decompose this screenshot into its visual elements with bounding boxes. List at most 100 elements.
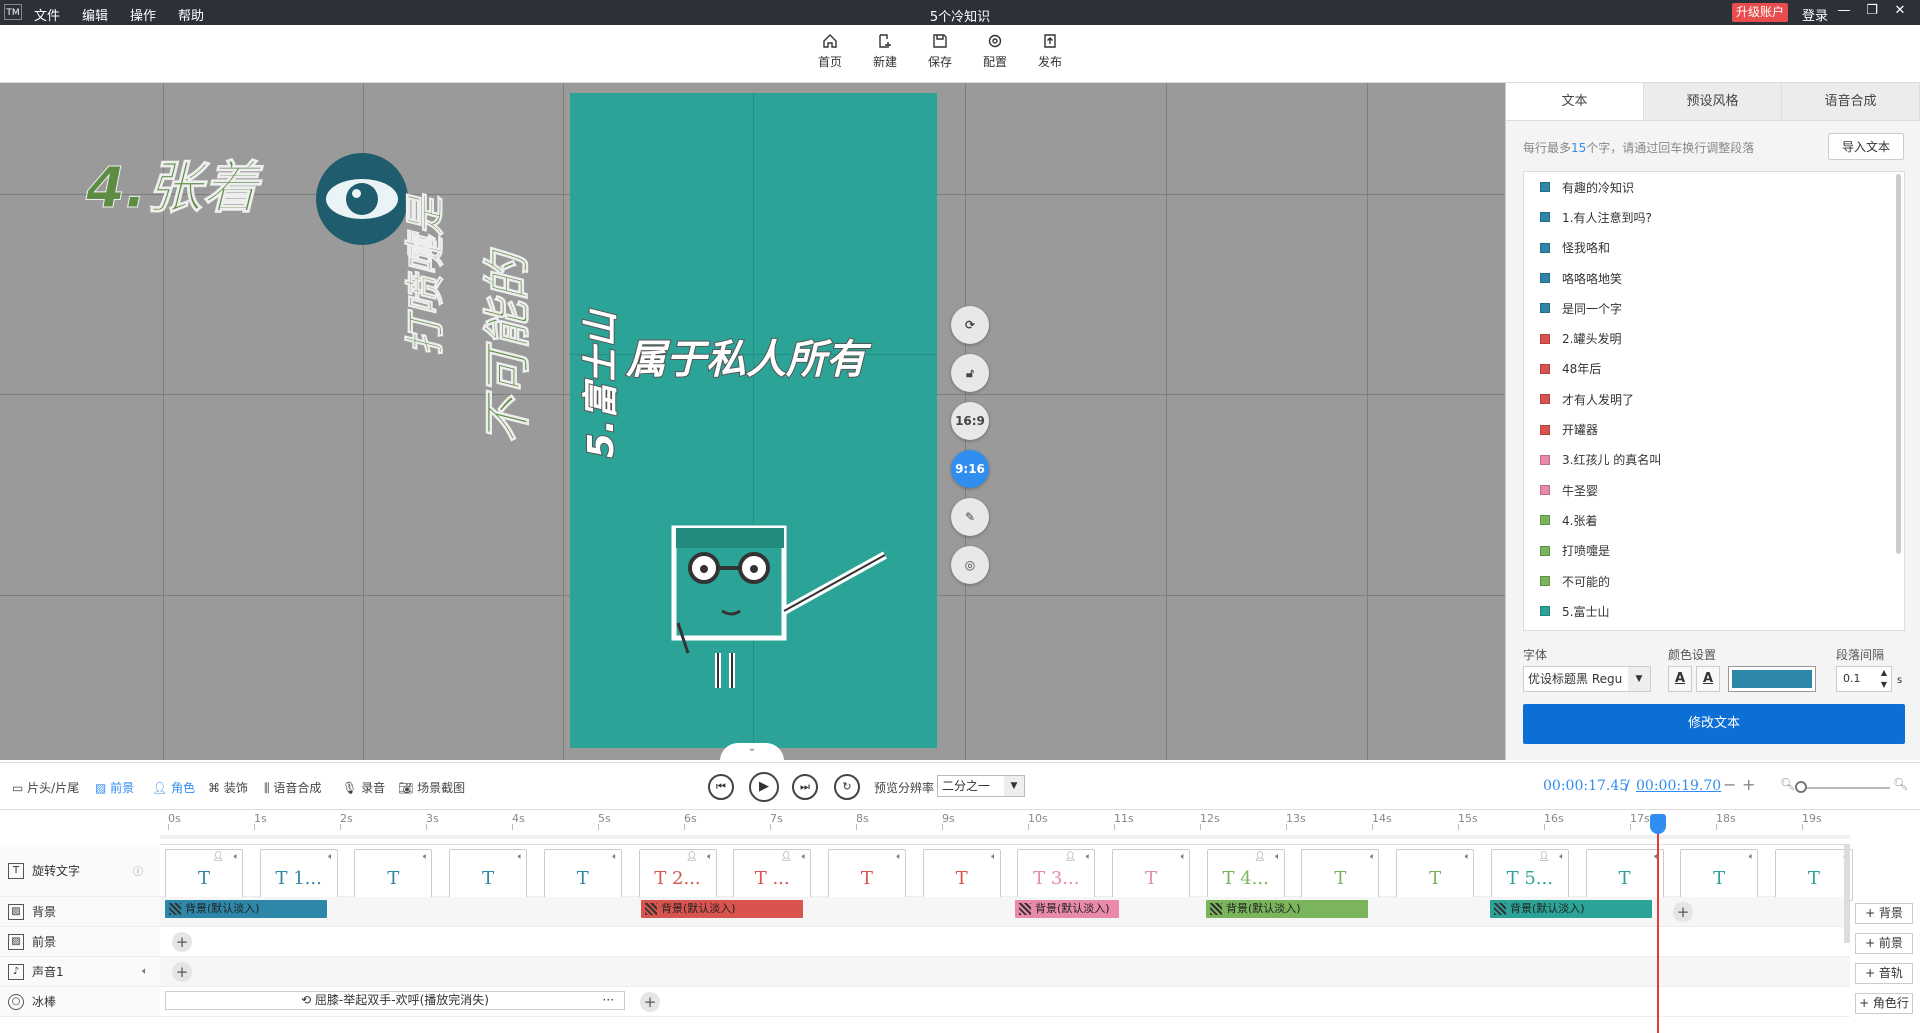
plus-icon[interactable]: + <box>1742 775 1755 794</box>
replay-icon[interactable]: ↻ <box>834 774 860 800</box>
text-list-item[interactable]: 是同一个字 <box>1524 293 1904 323</box>
speaker-icon[interactable]: 🔈︎ <box>1559 852 1564 862</box>
speaker-icon[interactable]: 🔈︎ <box>1370 852 1375 862</box>
text-clip[interactable]: T🔈︎ <box>1680 849 1759 901</box>
rotate-icon[interactable]: ⟳ <box>951 306 989 344</box>
zoom-in-icon[interactable]: 🔍︎ <box>1893 777 1908 791</box>
tab-voice-synthesis[interactable]: 语音合成 <box>1782 83 1920 120</box>
font-color-button[interactable]: A <box>1668 666 1692 692</box>
ctrl-foreground[interactable]: ▨ 前景 <box>95 779 134 796</box>
speaker-icon[interactable]: 🔈︎ <box>1086 852 1091 862</box>
text-list-item[interactable]: 牛圣婴 <box>1524 475 1904 505</box>
background-clip[interactable]: 背景(默认淡入) <box>1490 900 1652 918</box>
list-scrollbar[interactable] <box>1896 174 1901 554</box>
text-clip[interactable]: T ... 🔈︎ 👤︎ <box>733 849 812 901</box>
ctrl-character[interactable]: 👤︎ 角色 <box>152 779 195 796</box>
skip-back-icon[interactable]: ⏮ <box>708 774 734 800</box>
new-button[interactable]: 新建 <box>863 33 907 70</box>
text-list-item[interactable]: 1.有人注意到吗? <box>1524 202 1904 232</box>
speaker-icon[interactable]: 🔈︎ <box>518 852 523 862</box>
text-list[interactable]: 有趣的冷知识 1.有人注意到吗? 怪我咯和 咯咯咯地笑 是同一个字 2.罐头发明 48年后才… <box>1523 171 1905 631</box>
canvas-text-sneeze[interactable]: 打喷嚏是 <box>393 196 451 357</box>
skip-forward-icon[interactable]: ⏭ <box>792 774 818 800</box>
font-select[interactable]: 优设标题黑 Regu ▼ <box>1523 666 1651 692</box>
speaker-icon[interactable]: 🔈︎ <box>707 852 712 862</box>
ctrl-intro-outro[interactable]: ▭ 片头/片尾 <box>12 779 79 796</box>
speaker-icon[interactable]: 🔈︎ <box>1749 852 1754 862</box>
text-clip[interactable]: T🔈︎ <box>827 849 906 901</box>
speaker-icon[interactable]: 🔈︎ <box>991 852 996 862</box>
add-foreground-button[interactable]: + 前景 <box>1855 933 1913 954</box>
text-clip[interactable]: T🔈︎ <box>1396 849 1475 901</box>
text-list-item[interactable]: 打喷嚏是 <box>1524 536 1904 566</box>
text-clip[interactable]: T 🔈︎ 👤︎ <box>165 849 243 901</box>
zoom-out-icon[interactable]: 🔍︎ <box>1780 777 1795 791</box>
tab-preset-style[interactable]: 预设风格 <box>1644 83 1782 120</box>
tab-text[interactable]: 文本 <box>1506 83 1644 120</box>
playhead[interactable] <box>1657 815 1659 1033</box>
text-list-item[interactable]: 有趣的冷知识 <box>1524 172 1904 202</box>
character-illustration[interactable] <box>670 513 890 693</box>
ctrl-voice-synthesis[interactable]: ⫼ 语音合成 <box>264 779 321 796</box>
import-text-button[interactable]: 导入文本 <box>1828 133 1904 160</box>
text-clip[interactable]: T🔈︎ <box>1774 849 1853 901</box>
text-list-item[interactable]: 48年后 <box>1524 354 1904 384</box>
spacing-stepper[interactable]: 0.1 ▲ ▼ <box>1836 666 1892 692</box>
text-list-item[interactable]: 3.红孩儿 的真名叫 <box>1524 445 1904 475</box>
speaker-icon[interactable]: 🔈︎ <box>1275 852 1280 862</box>
add-background-clip-icon[interactable]: + <box>1673 902 1693 922</box>
background-clip[interactable]: 背景(默认淡入) <box>1015 900 1119 918</box>
play-icon[interactable]: ▶ <box>749 772 779 802</box>
text-list-item[interactable]: 开罐器 <box>1524 414 1904 444</box>
add-character-row-button[interactable]: + 角色行 <box>1855 993 1913 1014</box>
speaker-icon[interactable]: 🔈︎ <box>896 852 901 862</box>
speaker-icon[interactable]: 🔈︎ <box>234 852 239 862</box>
track-audio-lane[interactable]: + <box>160 957 1850 987</box>
add-background-button[interactable]: + 背景 <box>1855 903 1913 924</box>
home-button[interactable]: 首页 <box>808 33 852 70</box>
config-button[interactable]: 配置 <box>973 33 1017 70</box>
speaker-icon[interactable]: 🔈︎ <box>612 852 617 862</box>
text-clip[interactable]: T 5... 🔈︎ 👤︎ <box>1490 849 1569 901</box>
text-clip[interactable]: T🔈︎ <box>1301 849 1380 901</box>
text-list-item[interactable]: 怪我咯和 <box>1524 233 1904 263</box>
speaker-icon[interactable]: 🔈︎ <box>142 966 148 977</box>
text-clip[interactable]: T🔈︎ <box>354 849 433 901</box>
playhead-handle[interactable] <box>1650 814 1666 834</box>
track-background[interactable]: ▨ 背景 <box>0 897 160 927</box>
background-clip[interactable]: 背景(默认淡入) <box>641 900 803 918</box>
text-clip[interactable]: T 2... 🔈︎ 👤︎ <box>638 849 717 901</box>
collapse-toggle-icon[interactable]: ⌄ <box>720 743 784 761</box>
help-icon[interactable]: ⓘ <box>133 863 143 878</box>
text-clip[interactable]: T🔈︎ <box>449 849 528 901</box>
text-clip[interactable]: T🔈︎ <box>1112 849 1190 901</box>
text-list-item[interactable]: 咯咯咯地笑 <box>1524 263 1904 293</box>
target-icon[interactable]: ◎ <box>951 546 989 584</box>
text-list-item[interactable]: 4.张着 <box>1524 505 1904 535</box>
canvas-text-main[interactable]: 属于私人所有 <box>625 327 867 385</box>
track-character[interactable]: ○ 冰棒 <box>0 987 160 1017</box>
ctrl-decoration[interactable]: ⌘ 装饰 <box>208 779 248 796</box>
track-audio-1[interactable]: ♪ 声音1 🔈︎ <box>0 957 160 987</box>
add-audio-clip-icon[interactable]: + <box>172 962 192 982</box>
login-link[interactable]: 登录 <box>1802 5 1828 24</box>
track-rotate-text[interactable]: T 旋转文字 ⓘ <box>0 845 160 897</box>
canvas-text-impossible[interactable]: 不可能的 <box>468 252 538 445</box>
ctrl-screenshot[interactable]: 📷︎ 场景截图 <box>398 779 465 796</box>
text-clip[interactable]: T 3... 🔈︎ 👤︎ <box>1017 849 1096 901</box>
add-audio-track-button[interactable]: + 音轨 <box>1855 963 1913 984</box>
upgrade-button[interactable]: 升级账户 <box>1732 3 1789 22</box>
resolution-select[interactable]: 二分之一 ▼ <box>937 775 1025 797</box>
text-list-item[interactable]: 2.罐头发明 <box>1524 323 1904 353</box>
speaker-icon[interactable]: 🔈︎ <box>328 852 333 862</box>
ctrl-record[interactable]: 🎙︎ 录音 <box>342 779 385 796</box>
minus-icon[interactable]: − <box>1723 775 1736 794</box>
add-action-clip-icon[interactable]: + <box>640 992 660 1012</box>
video-canvas[interactable]: 5.富士山 属于私人所有 <box>570 93 937 748</box>
restore-icon[interactable]: ❐ <box>1864 3 1880 19</box>
speaker-icon[interactable]: 🔈︎ <box>1181 852 1186 862</box>
track-background-lane[interactable]: + 背景(默认淡入) 背景(默认淡入) 背景(默认淡入) 背景(默认淡入) 背景(默认淡… <box>160 897 1850 927</box>
modify-text-button[interactable]: 修改文本 <box>1523 704 1905 744</box>
save-button[interactable]: 保存 <box>918 33 962 70</box>
text-list-item[interactable]: 5.富士山 <box>1524 596 1904 626</box>
